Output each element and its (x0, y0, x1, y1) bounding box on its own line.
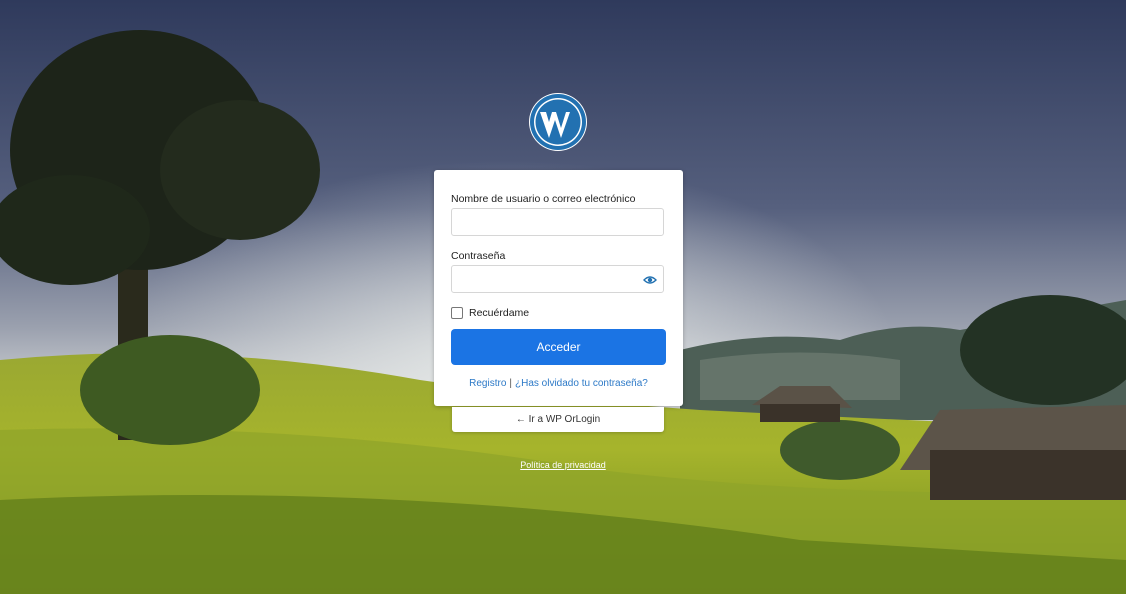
forgot-password-link[interactable]: ¿Has olvidado tu contraseña? (515, 378, 648, 389)
back-to-site-link[interactable]: ← Ir a WP OrLogin (452, 407, 664, 432)
login-submit-button[interactable]: Acceder (451, 329, 666, 365)
remember-checkbox[interactable] (451, 307, 463, 319)
register-link[interactable]: Registro (469, 378, 506, 389)
remember-label[interactable]: Recuérdame (469, 307, 529, 319)
username-input[interactable] (451, 208, 664, 236)
privacy-footer: Política de privacidad (0, 455, 1126, 473)
password-input[interactable] (451, 265, 664, 293)
privacy-policy-link[interactable]: Política de privacidad (520, 460, 606, 470)
remember-me: Recuérdame (451, 307, 529, 319)
wordpress-logo-icon[interactable] (528, 92, 588, 152)
password-label: Contraseña (451, 250, 506, 262)
eye-icon[interactable] (643, 273, 657, 287)
auth-links: Registro | ¿Has olvidado tu contraseña? (434, 378, 683, 389)
username-label: Nombre de usuario o correo electrónico (451, 193, 636, 205)
login-form: Nombre de usuario o correo electrónico C… (434, 170, 683, 406)
link-separator: | (509, 378, 512, 389)
